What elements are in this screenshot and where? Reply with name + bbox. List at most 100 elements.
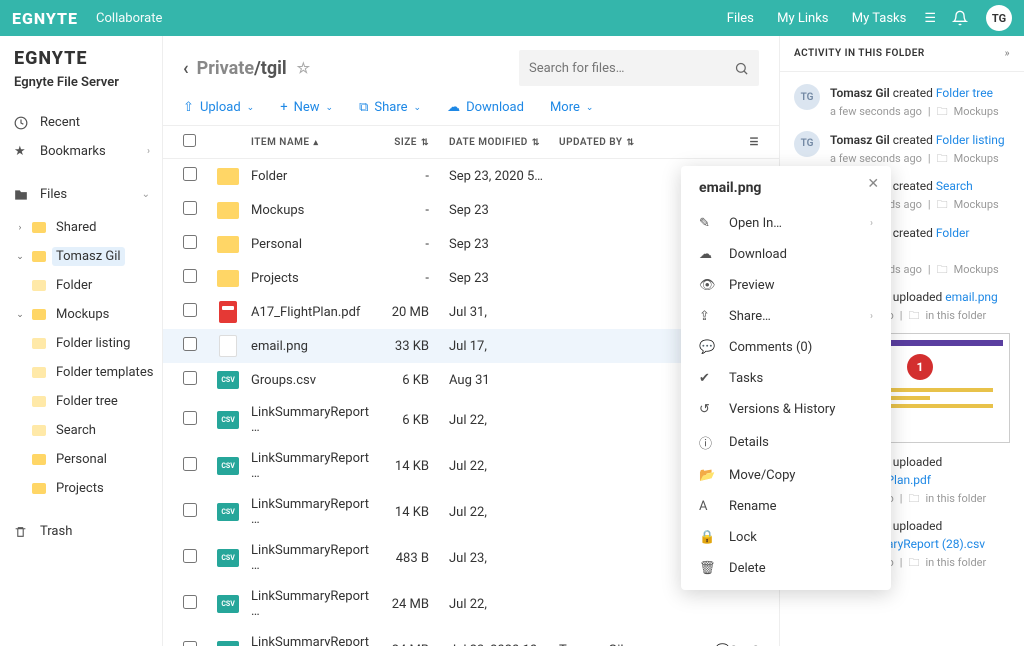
activity-time: a few seconds ago — [830, 104, 922, 121]
file-name[interactable]: Projects — [251, 271, 369, 286]
activity-location[interactable]: Mockups — [954, 104, 999, 121]
expand-icon[interactable]: » — [1005, 48, 1010, 59]
breadcrumb-private[interactable]: Private — [197, 58, 254, 79]
tree-mockups[interactable]: ⌄Mockups — [14, 300, 162, 329]
col-updated-by[interactable]: UPDATED BY — [559, 137, 622, 148]
back-icon[interactable]: ‹ — [183, 58, 189, 79]
row-checkbox[interactable] — [183, 549, 197, 563]
activity-object[interactable]: Search — [936, 179, 973, 193]
row-checkbox[interactable] — [183, 303, 197, 317]
file-name[interactable]: Groups.csv — [251, 373, 369, 388]
col-size[interactable]: SIZE — [394, 137, 417, 148]
user-avatar[interactable]: TG — [986, 5, 1012, 31]
activity-location[interactable]: in this folder — [925, 308, 986, 325]
row-checkbox[interactable] — [183, 457, 197, 471]
file-name[interactable]: LinkSummaryReport … — [251, 451, 369, 481]
row-checkbox[interactable] — [183, 503, 197, 517]
tree-folder[interactable]: Folder — [14, 271, 162, 300]
upload-button[interactable]: ⇧Upload⌄ — [183, 100, 254, 115]
share-button[interactable]: ⧉Share⌄ — [359, 100, 421, 115]
file-name[interactable]: Personal — [251, 237, 369, 252]
more-button[interactable]: More⌄ — [550, 100, 594, 115]
activity-object[interactable]: email.png — [945, 290, 998, 304]
close-icon[interactable]: ✕ — [867, 176, 879, 192]
activity-location[interactable]: Mockups — [954, 197, 999, 214]
ctx-delete[interactable]: 🗑Delete — [681, 553, 891, 584]
search-input[interactable] — [529, 61, 734, 76]
row-checkbox[interactable] — [183, 595, 197, 609]
tree-projects[interactable]: Projects — [14, 474, 162, 503]
row-checkbox[interactable] — [183, 201, 197, 215]
collaborate-link[interactable]: Collaborate — [96, 11, 162, 26]
row-checkbox[interactable] — [183, 371, 197, 385]
sidebar-files[interactable]: Files ⌄ — [14, 180, 162, 209]
trash-icon: 🗑 — [699, 561, 717, 576]
folder-icon — [32, 454, 46, 465]
ctx-lock[interactable]: 🔒Lock — [681, 522, 891, 553]
search-box[interactable] — [519, 50, 759, 86]
sidebar-bookmarks[interactable]: ★ Bookmarks › — [14, 137, 162, 166]
ctx-details[interactable]: ⓘDetails — [681, 425, 891, 460]
nav-my-links[interactable]: My Links — [777, 11, 828, 26]
activity-location[interactable]: Mockups — [954, 262, 999, 279]
file-name[interactable]: A17_FlightPlan.pdf — [251, 305, 369, 320]
table-row[interactable]: CSVLinkSummaryReport …24 MBJul 23, 2020 … — [163, 627, 779, 646]
tree-folder-listing[interactable]: Folder listing — [14, 329, 162, 358]
ctx-comments[interactable]: 💬Comments (0) — [681, 332, 891, 363]
tree-search[interactable]: Search — [14, 416, 162, 445]
bell-icon[interactable] — [952, 10, 968, 26]
menu-icon[interactable]: ☰ — [924, 11, 936, 26]
tree-folder-templates[interactable]: Folder templates — [14, 358, 162, 387]
csv-icon: CSV — [217, 595, 239, 613]
file-name[interactable]: LinkSummaryReport … — [251, 635, 369, 646]
tree-personal[interactable]: Personal — [14, 445, 162, 474]
activity-object[interactable]: Folder listing — [936, 133, 1005, 147]
ctx-preview[interactable]: 👁Preview — [681, 270, 891, 301]
ctx-download[interactable]: ☁Download — [681, 239, 891, 270]
file-name[interactable]: LinkSummaryReport … — [251, 405, 369, 435]
file-name[interactable]: email.png — [251, 339, 369, 354]
row-checkbox[interactable] — [183, 411, 197, 425]
download-button[interactable]: ☁Download — [447, 100, 524, 115]
ctx-versions[interactable]: ↺Versions & History — [681, 394, 891, 425]
layout-toggle-icon[interactable]: ☰ — [679, 137, 759, 148]
file-name[interactable]: LinkSummaryReport … — [251, 543, 369, 573]
file-name[interactable]: Folder — [251, 169, 369, 184]
activity-item: TGTomasz Gil created Folder treea few se… — [794, 74, 1010, 121]
star-outline-icon[interactable]: ☆ — [297, 59, 310, 77]
row-checkbox[interactable] — [183, 235, 197, 249]
folder-icon: 🗀 — [937, 104, 948, 121]
row-checkbox[interactable] — [183, 641, 197, 646]
file-name[interactable]: LinkSummaryReport … — [251, 589, 369, 619]
file-size: 14 KB — [369, 505, 429, 520]
activity-actor[interactable]: Tomasz Gil — [830, 133, 890, 147]
ctx-rename[interactable]: ARename — [681, 491, 891, 522]
activity-location[interactable]: in this folder — [925, 491, 986, 508]
nav-files[interactable]: Files — [727, 11, 754, 26]
file-name[interactable]: LinkSummaryReport … — [251, 497, 369, 527]
ctx-share[interactable]: ⇪Share…› — [681, 301, 891, 332]
activity-verb: created — [893, 179, 933, 193]
sidebar-trash[interactable]: Trash — [14, 517, 162, 546]
sidebar-recent[interactable]: Recent — [14, 108, 162, 137]
ctx-move-copy[interactable]: 📂Move/Copy — [681, 460, 891, 491]
row-checkbox[interactable] — [183, 167, 197, 181]
ctx-open-in[interactable]: ✎Open In…› — [681, 208, 891, 239]
activity-actor[interactable]: Tomasz Gil — [830, 86, 890, 100]
col-date-modified[interactable]: DATE MODIFIED — [449, 137, 528, 148]
file-name[interactable]: Mockups — [251, 203, 369, 218]
col-item-name[interactable]: ITEM NAME — [251, 137, 309, 148]
tree-shared[interactable]: ›Shared — [14, 213, 162, 242]
activity-location[interactable]: in this folder — [925, 555, 986, 572]
activity-location[interactable]: Mockups — [954, 151, 999, 168]
select-all-checkbox[interactable] — [183, 134, 196, 147]
tree-folder-tree[interactable]: Folder tree — [14, 387, 162, 416]
row-checkbox[interactable] — [183, 269, 197, 283]
tree-tomasz-gil[interactable]: ⌄Tomasz Gil — [14, 242, 162, 271]
row-checkbox[interactable] — [183, 337, 197, 351]
search-icon[interactable] — [734, 60, 749, 75]
new-button[interactable]: +New⌄ — [280, 100, 333, 115]
ctx-tasks[interactable]: ✔Tasks — [681, 363, 891, 394]
activity-object[interactable]: Folder tree — [936, 86, 993, 100]
nav-my-tasks[interactable]: My Tasks — [852, 11, 907, 26]
